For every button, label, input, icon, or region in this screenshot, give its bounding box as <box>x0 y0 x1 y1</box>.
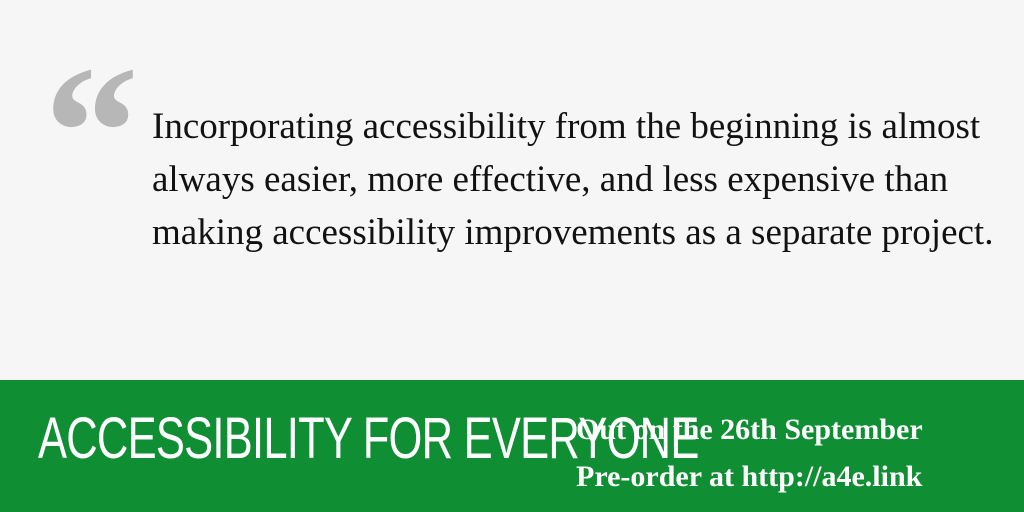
promo-text: Out on the 26th September Pre-order at h… <box>576 406 1016 500</box>
release-date-text: Out on the 26th September <box>576 413 923 446</box>
quotation-mark-icon: “ <box>44 28 139 238</box>
promo-banner: ACCESSIBILITY FOR EVERYONE Out on the 26… <box>0 380 1024 512</box>
quote-text: Incorporating accessibility from the beg… <box>152 106 994 253</box>
preorder-link-text: Pre-order at http://a4e.link <box>576 460 923 493</box>
quote-panel: “ Incorporating accessibility from the b… <box>0 0 1024 380</box>
